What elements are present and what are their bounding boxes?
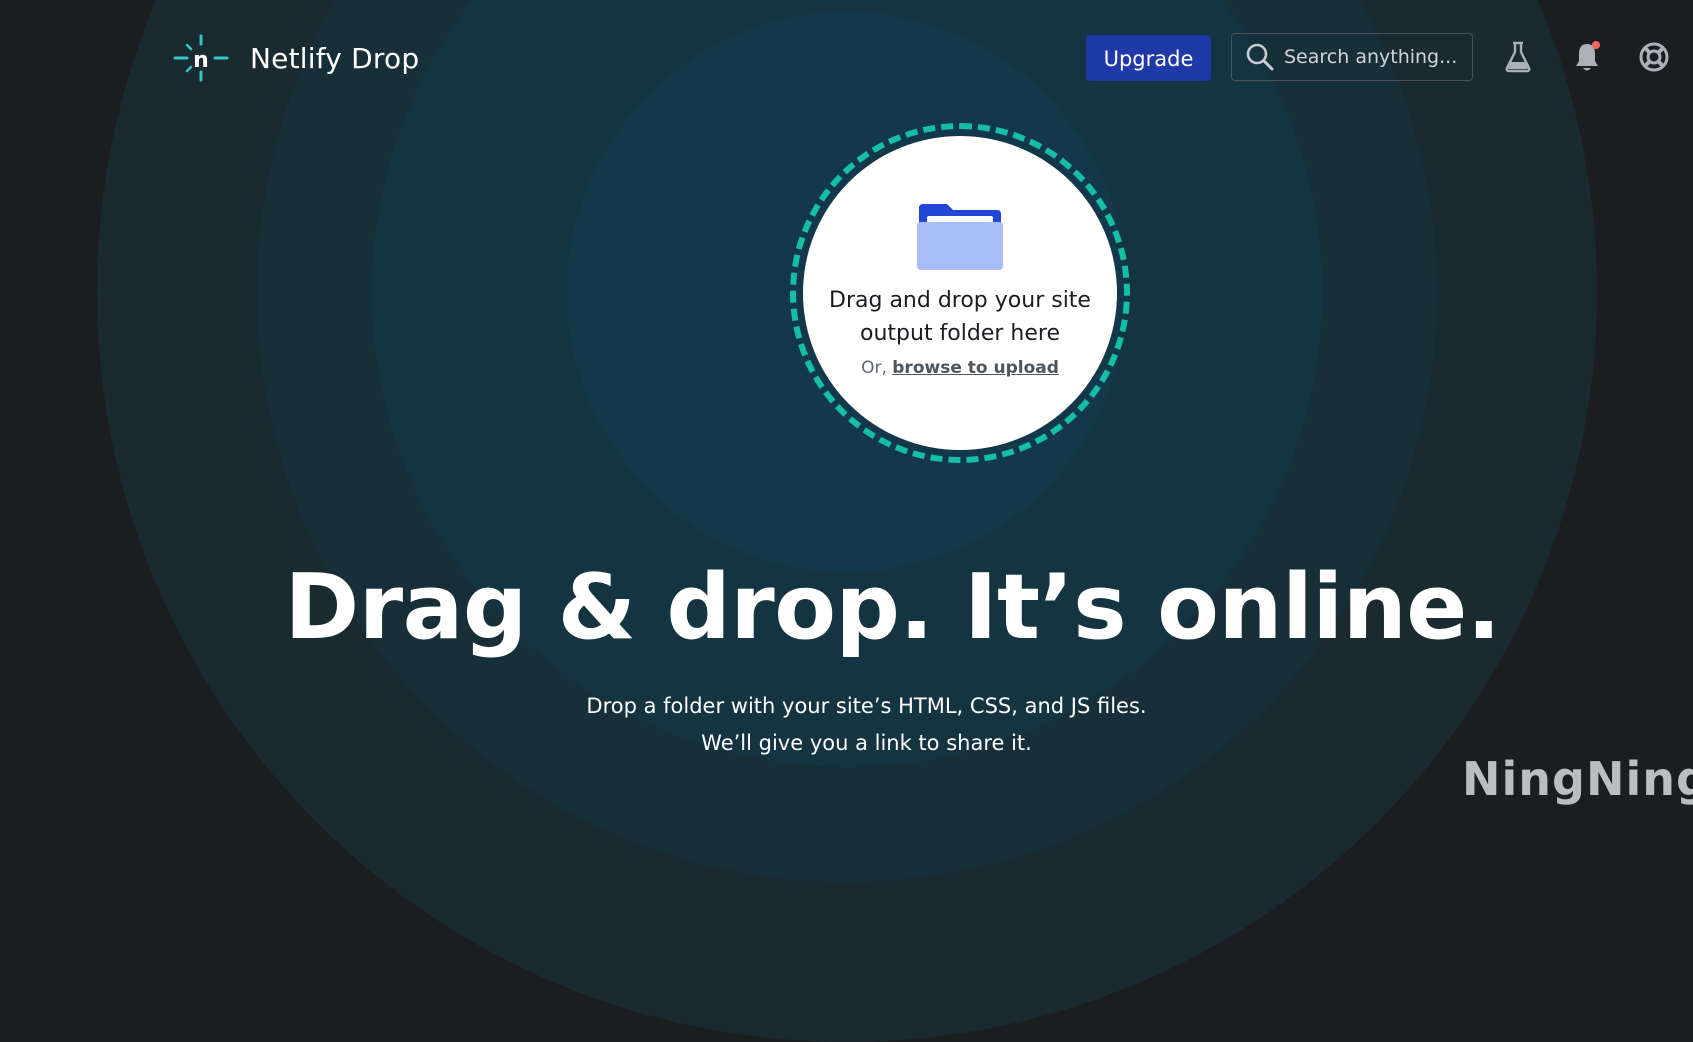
drop-zone-inner: Drag and drop your site output folder he… [803, 136, 1117, 450]
help-icon[interactable] [1638, 40, 1670, 74]
flask-icon[interactable] [1502, 40, 1534, 74]
app-title: Netlify Drop [250, 41, 420, 75]
bell-icon[interactable] [1571, 40, 1603, 74]
search-input[interactable] [1282, 45, 1466, 69]
hero-description-line-2: We’ll give you a link to share it. [701, 731, 1032, 755]
header: n Netlify Drop Upgrade [0, 0, 1693, 118]
folder-icon [915, 202, 1005, 272]
drop-zone-title: Drag and drop your site output folder he… [829, 288, 1091, 346]
or-text: Or, [861, 358, 887, 378]
drop-zone-subtext: Or, browse to upload [803, 358, 1117, 378]
upgrade-button[interactable]: Upgrade [1086, 35, 1211, 81]
hero-description-line-1: Drop a folder with your site’s HTML, CSS… [586, 694, 1147, 718]
watermark: NingNing [1462, 752, 1693, 806]
search-icon [1244, 41, 1276, 73]
hero-title: Drag & drop. It’s online. [284, 555, 1502, 660]
logo-icon: n [173, 34, 229, 82]
logo-link[interactable]: n Netlify Drop [173, 34, 419, 82]
drop-zone[interactable]: Drag and drop your site output folder he… [790, 123, 1130, 463]
search-box[interactable] [1231, 33, 1473, 81]
browse-to-upload-link[interactable]: browse to upload [892, 358, 1059, 378]
svg-text:n: n [193, 48, 209, 73]
